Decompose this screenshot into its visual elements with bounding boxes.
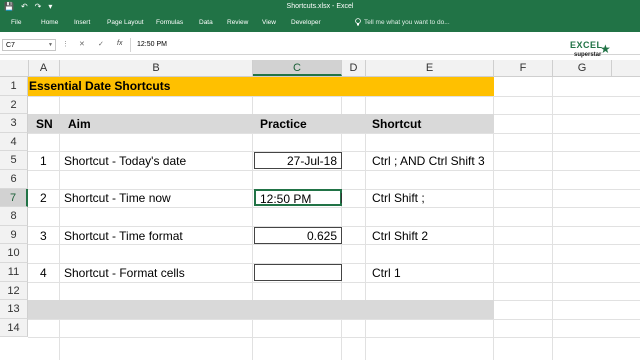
name-box[interactable]: C7 ▼: [2, 39, 56, 51]
column-header-c[interactable]: C: [253, 60, 342, 76]
text-cursor: [341, 193, 342, 203]
row-header-13[interactable]: 13: [0, 300, 28, 319]
tell-me-search[interactable]: Tell me what you want to do...: [364, 19, 450, 26]
name-box-value: C7: [6, 42, 15, 49]
logo-line2: superstar: [574, 52, 602, 58]
row-sn: 2: [40, 191, 47, 205]
row-sn: 3: [40, 229, 47, 243]
tab-developer[interactable]: Developer: [291, 19, 321, 26]
row-sn: 4: [40, 266, 47, 280]
row-header-11[interactable]: 11: [0, 263, 28, 282]
header-sn: SN: [36, 117, 53, 131]
row-header-14[interactable]: 14: [0, 318, 28, 338]
chevron-down-icon[interactable]: ▼: [48, 42, 53, 48]
cancel-icon[interactable]: ✕: [79, 40, 85, 48]
star-icon: ★: [600, 42, 611, 56]
row-header-6[interactable]: 6: [0, 170, 28, 189]
gridline: [552, 77, 553, 360]
tab-page-layout[interactable]: Page Layout: [107, 19, 144, 26]
gridline: [28, 95, 640, 97]
sheet-title: Essential Date Shortcuts: [29, 79, 171, 93]
column-header-b[interactable]: B: [60, 60, 253, 76]
row-shortcut: Ctrl Shift 2: [372, 229, 429, 243]
row-sn: 1: [40, 154, 47, 168]
cell-area[interactable]: Essential Date Shortcuts SN Aim Practice…: [28, 77, 640, 360]
row-header-1[interactable]: 1: [0, 77, 28, 96]
worksheet-grid: A B C D E F G 1 2 3 4 5 6 7 8 9 10 11 12…: [0, 60, 640, 360]
ribbon-tabs: File Home Insert Page Layout Formulas Da…: [0, 14, 640, 32]
formula-input[interactable]: 12:50 PM: [130, 38, 510, 52]
insert-function-icon[interactable]: fx: [117, 40, 122, 47]
row-header-2[interactable]: 2: [0, 95, 28, 115]
row-header-7[interactable]: 7: [0, 188, 28, 208]
row-shortcut: Ctrl 1: [372, 266, 401, 280]
gridline: [28, 132, 640, 134]
lightbulb-icon: [355, 18, 361, 26]
practice-cell[interactable]: 27-Jul-18: [254, 152, 342, 169]
column-header-g[interactable]: G: [553, 60, 612, 76]
column-header-d[interactable]: D: [342, 60, 366, 76]
row-aim: Shortcut - Time now: [64, 191, 171, 205]
gridline: [28, 318, 640, 320]
row-aim: Shortcut - Today's date: [64, 154, 187, 168]
header-shortcut: Shortcut: [372, 117, 422, 131]
row-shortcut: Ctrl Shift ;: [372, 191, 425, 205]
tab-file[interactable]: File: [11, 19, 21, 26]
row-header-10[interactable]: 10: [0, 244, 28, 263]
column-header-f[interactable]: F: [494, 60, 553, 76]
row-aim: Shortcut - Format cells: [64, 266, 185, 280]
row-header-9[interactable]: 9: [0, 225, 28, 245]
row-header-12[interactable]: 12: [0, 281, 28, 301]
practice-cell-active[interactable]: 12:50 PM: [254, 189, 342, 206]
row-header-5[interactable]: 5: [0, 151, 28, 170]
column-header-e[interactable]: E: [366, 60, 494, 76]
row-shortcut: Ctrl ; AND Ctrl Shift 3: [372, 154, 485, 168]
enter-icon[interactable]: ✓: [98, 40, 104, 48]
tab-formulas[interactable]: Formulas: [156, 19, 183, 26]
gridline: [28, 170, 640, 171]
tab-review[interactable]: Review: [227, 19, 248, 26]
column-headers: A B C D E F G: [0, 60, 640, 77]
header-aim: Aim: [68, 117, 91, 131]
tab-home[interactable]: Home: [41, 19, 58, 26]
select-all-corner[interactable]: [0, 60, 29, 76]
window-title: Shortcuts.xlsx - Excel: [286, 3, 354, 10]
tab-data[interactable]: Data: [199, 19, 213, 26]
row-header-8[interactable]: 8: [0, 207, 28, 226]
footer-band: [28, 300, 494, 319]
gridline: [28, 244, 640, 246]
formula-bar: C7 ▼ ⋮ ✕ ✓ fx 12:50 PM: [0, 38, 640, 55]
practice-cell[interactable]: [254, 264, 342, 281]
column-header-a[interactable]: A: [28, 60, 60, 76]
practice-cell-value: 12:50 PM: [260, 192, 312, 206]
row-header-3[interactable]: 3: [0, 114, 28, 133]
tab-insert[interactable]: Insert: [74, 19, 90, 26]
row-header-4[interactable]: 4: [0, 132, 28, 152]
gridline: [28, 207, 640, 209]
header-practice: Practice: [260, 117, 307, 131]
gridline: [28, 337, 640, 339]
tab-view[interactable]: View: [262, 19, 276, 26]
row-aim: Shortcut - Time format: [64, 229, 183, 243]
more-options-icon: ⋮: [62, 41, 69, 48]
practice-cell[interactable]: 0.625: [254, 227, 342, 244]
title-bar: 💾 ↶ ↷ ▾ Shortcuts.xlsx - Excel: [0, 0, 640, 14]
logo-line1: EXCEL: [570, 40, 603, 50]
gridline: [28, 281, 640, 283]
